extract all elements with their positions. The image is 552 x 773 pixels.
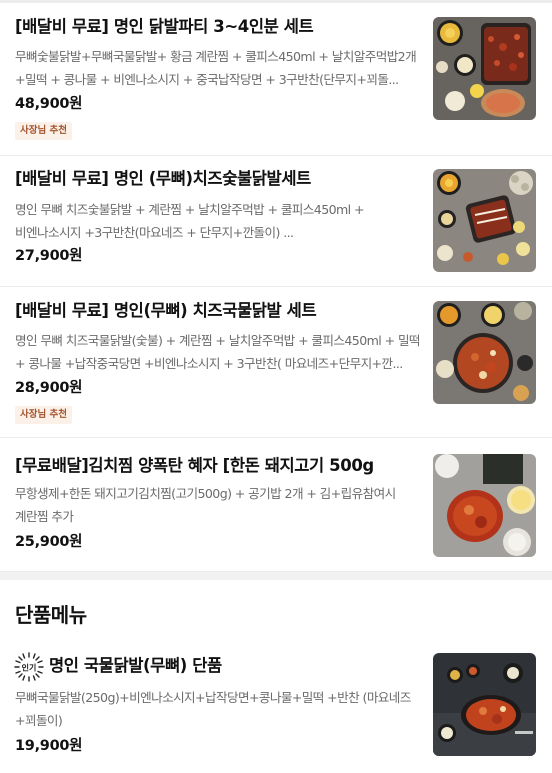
menu-item-description: 무뼈숯불닭발+무뼈국물닭발+ 황금 계란찜 + 쿨피스450ml + 날치알주먹… (15, 49, 417, 87)
popular-badge-icon: 인기 (14, 652, 44, 682)
menu-item-name: 명인(무뼈) 치즈국물닭발 세트 (113, 301, 317, 320)
menu-item-tag: [배달비 무료] (15, 301, 109, 320)
menu-item-name: 명인 국물닭발(무뼈) 단품 (49, 656, 222, 675)
menu-item-price: 48,900원 (15, 96, 83, 112)
menu-item-photo[interactable] (433, 653, 536, 756)
menu-item-description: 무뼈국물닭발(250g)+비엔나소시지+납작당면+콩나물+밀떡 +반찬 (마요네… (15, 690, 411, 728)
menu-item-title: [무료배달]김치찜 양폭탄 혜자 [한돈 돼지고기 500g (15, 455, 415, 477)
menu-item-name: [무료배달]김치찜 양폭탄 혜자 [한돈 돼지고기 500g (15, 456, 374, 475)
menu-item-description: 무항생제+한돈 돼지고기김치찜(고기500g) + 공기밥 2개 + 김+립유참… (15, 486, 396, 524)
menu-item-price: 28,900원 (15, 380, 83, 396)
menu-item-photo[interactable] (433, 17, 536, 120)
menu-item-price: 27,900원 (15, 248, 83, 264)
menu-item-title: [배달비 무료] 명인(무뼈) 치즈국물닭발 세트 (15, 300, 415, 322)
menu-item[interactable]: [무료배달]김치찜 양폭탄 혜자 [한돈 돼지고기 500g 무항생제+한돈 돼… (0, 438, 552, 571)
menu-item-price: 19,900원 (15, 738, 83, 754)
section-title: 단품메뉴 (15, 603, 87, 627)
owner-recommend-badge: 사장님 추천 (15, 406, 73, 424)
menu-item[interactable]: [배달비 무료] 명인 (무뼈)치즈숯불닭발세트 명인 무뼈 치즈숯불닭발 + … (0, 156, 552, 286)
menu-item[interactable]: 인기 명인 국물닭발(무뼈) 단품 무뼈국물닭발(250g)+비엔나소시지+납작… (0, 643, 552, 773)
owner-recommend-badge: 사장님 추천 (15, 122, 73, 140)
popular-label: 인기 (22, 663, 37, 673)
menu-item-price: 25,900원 (15, 534, 83, 550)
menu-item-photo[interactable] (433, 301, 536, 404)
menu-item-name: 명인 (무뼈)치즈숯불닭발세트 (113, 169, 311, 188)
menu-item-description: 명인 무뼈 치즈국물닭발(숯불) + 계란찜 + 날치알주먹밥 + 쿨피스450… (15, 333, 421, 371)
menu-item-name: 명인 닭발파티 3~4인분 세트 (113, 17, 314, 36)
menu-item-title: [배달비 무료] 명인 닭발파티 3~4인분 세트 (15, 16, 415, 38)
menu-item[interactable]: [배달비 무료] 명인 닭발파티 3~4인분 세트 무뼈숯불닭발+무뼈국물닭발+… (0, 0, 552, 155)
menu-item-description: 명인 무뼈 치즈숯불닭발 + 계란찜 + 날치알주먹밥 + 쿨피스450ml +… (15, 202, 365, 240)
menu-item[interactable]: [배달비 무료] 명인(무뼈) 치즈국물닭발 세트 명인 무뼈 치즈국물닭발(숯… (0, 287, 552, 437)
menu-item-photo[interactable] (433, 169, 536, 272)
menu-item-photo[interactable] (433, 454, 536, 557)
menu-item-tag: [배달비 무료] (15, 169, 109, 188)
menu-item-tag: [배달비 무료] (15, 17, 109, 36)
menu-item-title: [배달비 무료] 명인 (무뼈)치즈숯불닭발세트 (15, 168, 415, 190)
section-gap (0, 572, 552, 580)
